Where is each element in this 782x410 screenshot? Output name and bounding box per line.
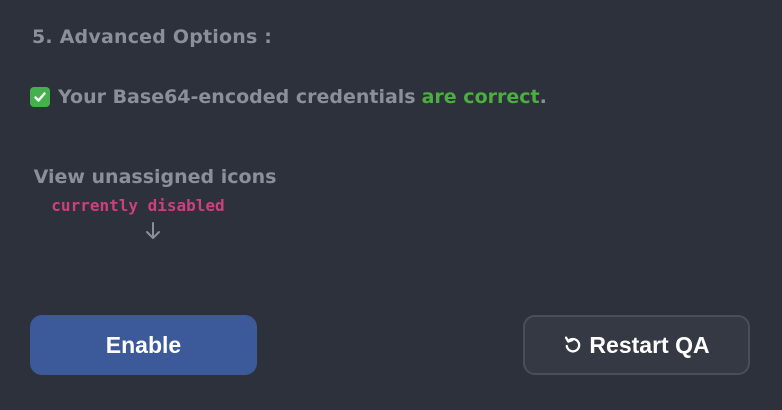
arrow-down-icon: [144, 221, 162, 245]
status-prefix: Your Base64-encoded credentials: [58, 86, 416, 108]
status-suffix: .: [539, 86, 547, 108]
enable-button-label: Enable: [105, 331, 182, 358]
restart-button-label: Restart QA: [589, 331, 710, 358]
disabled-status-text: currently disabled: [51, 196, 225, 215]
status-highlight: are correct: [421, 86, 540, 108]
enable-button[interactable]: Enable: [30, 315, 257, 375]
check-mark-icon: [30, 87, 50, 107]
restart-qa-button[interactable]: Restart QA: [523, 315, 750, 375]
refresh-icon: [563, 335, 583, 355]
unassigned-icons-block: View unassigned icons currently disabled: [33, 166, 277, 245]
view-unassigned-label: View unassigned icons: [33, 166, 277, 188]
section-heading: 5. Advanced Options :: [32, 26, 273, 48]
credentials-status: Your Base64-encoded credentials are corr…: [30, 86, 547, 108]
